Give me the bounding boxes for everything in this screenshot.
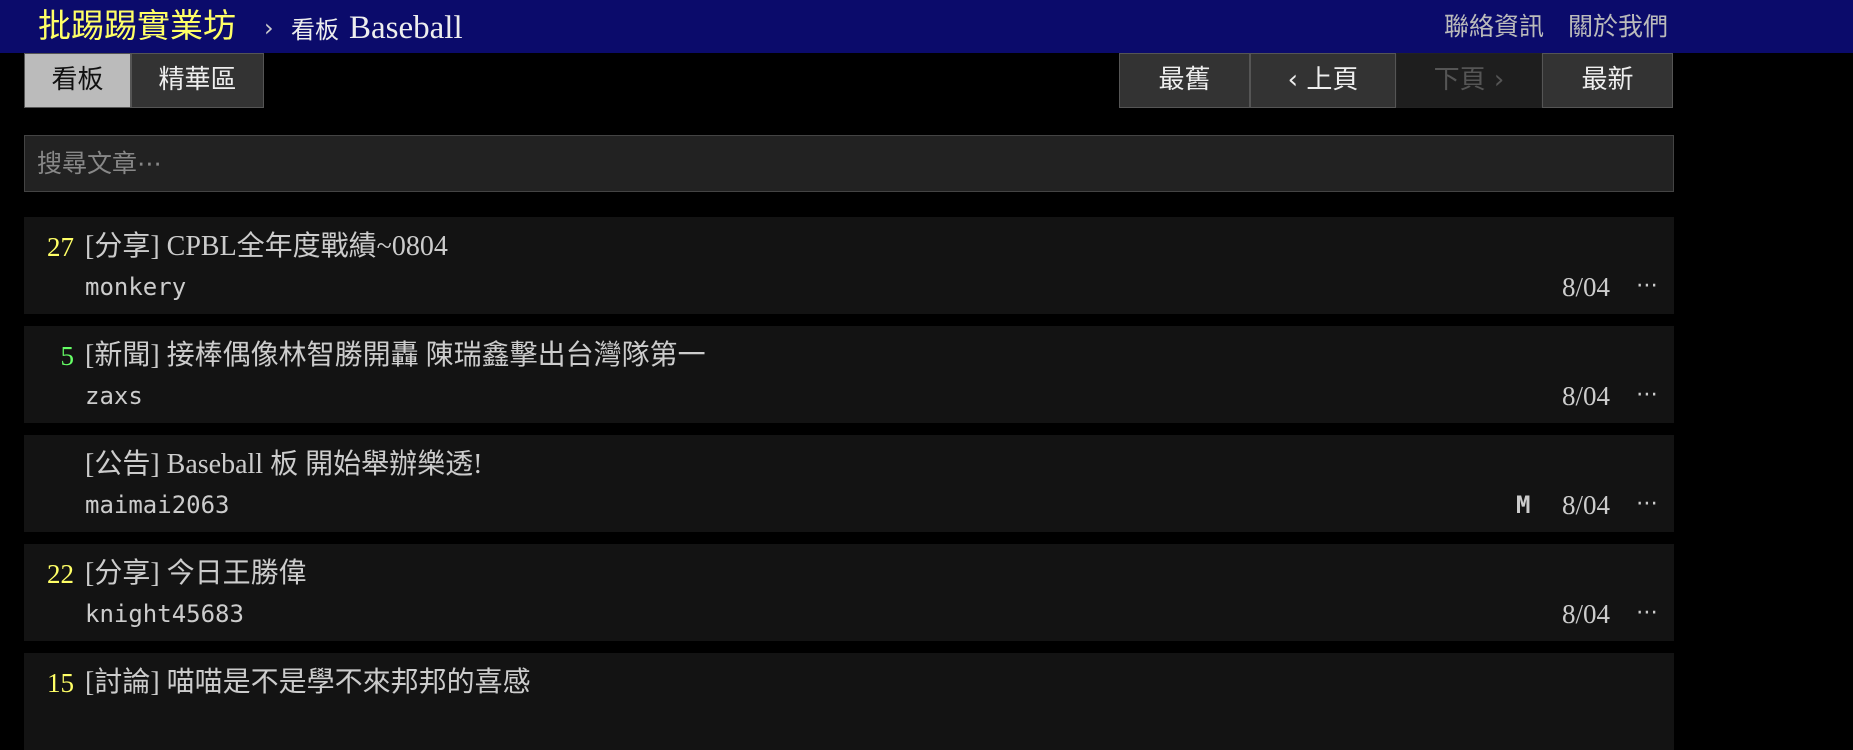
more-menu-icon[interactable]: ⋯ bbox=[1636, 376, 1658, 414]
more-menu-icon[interactable]: ⋯ bbox=[1636, 485, 1658, 523]
post-date: 8/04 bbox=[1562, 381, 1611, 411]
prev-page-button[interactable]: ‹ 上頁 bbox=[1250, 53, 1396, 108]
post-row: 5 [新聞] 接棒偶像林智勝開轟 陳瑞鑫擊出台灣隊第一 zaxs 8/04 ⋯ bbox=[24, 326, 1674, 423]
top-links: 聯絡資訊 關於我們 bbox=[1428, 12, 1668, 42]
post-row: 27 [分享] CPBL全年度戰績~0804 monkery 8/04 ⋯ bbox=[24, 217, 1674, 314]
recommend-count: 5 bbox=[60, 341, 75, 371]
recommend-count: 27 bbox=[47, 232, 74, 262]
post-row: 15 [討論] 喵喵是不是學不來邦邦的喜感 bbox=[24, 653, 1674, 750]
board-name: Baseball bbox=[349, 10, 463, 46]
breadcrumb-separator: › bbox=[264, 14, 274, 42]
about-link[interactable]: 關於我們 bbox=[1568, 12, 1668, 41]
post-title-link[interactable]: [討論] 喵喵是不是學不來邦邦的喜感 bbox=[85, 663, 531, 703]
post-title-link[interactable]: [新聞] 接棒偶像林智勝開轟 陳瑞鑫擊出台灣隊第一 bbox=[85, 336, 706, 376]
board-label: 看板 bbox=[291, 16, 339, 44]
post-row: [公告] Baseball 板 開始舉辦樂透! maimai2063 M 8/04 ⋯ bbox=[24, 435, 1674, 532]
tab-digest[interactable]: 精華區 bbox=[131, 53, 264, 108]
latest-button[interactable]: 最新 bbox=[1542, 53, 1673, 108]
board-tabs: 看板 精華區 bbox=[24, 53, 264, 109]
breadcrumb-board[interactable]: 看板 Baseball bbox=[291, 10, 463, 48]
post-date: 8/04 bbox=[1562, 272, 1611, 302]
tab-board[interactable]: 看板 bbox=[24, 53, 131, 108]
oldest-button[interactable]: 最舊 bbox=[1119, 53, 1250, 108]
search-input[interactable] bbox=[24, 135, 1674, 192]
post-title-link[interactable]: [分享] CPBL全年度戰績~0804 bbox=[85, 227, 448, 267]
recommend-count: 15 bbox=[47, 668, 74, 698]
next-page-button: 下頁 › bbox=[1396, 53, 1542, 108]
post-author: maimai2063 bbox=[85, 491, 230, 519]
recommend-count: 22 bbox=[47, 559, 74, 589]
pager: 最舊 ‹ 上頁 下頁 › 最新 bbox=[1119, 53, 1673, 109]
post-row: 22 [分享] 今日王勝偉 knight45683 8/04 ⋯ bbox=[24, 544, 1674, 641]
post-author: knight45683 bbox=[85, 600, 244, 628]
post-title-link[interactable]: [公告] Baseball 板 開始舉辦樂透! bbox=[85, 445, 482, 485]
site-brand-link[interactable]: 批踢踢實業坊 bbox=[38, 4, 236, 48]
post-title-link[interactable]: [分享] 今日王勝偉 bbox=[85, 554, 307, 594]
more-menu-icon[interactable]: ⋯ bbox=[1636, 267, 1658, 305]
top-bar: 批踢踢實業坊 › 看板 Baseball 聯絡資訊 關於我們 bbox=[0, 0, 1853, 53]
more-menu-icon[interactable]: ⋯ bbox=[1636, 594, 1658, 632]
post-author: monkery bbox=[85, 273, 187, 301]
contact-link[interactable]: 聯絡資訊 bbox=[1444, 12, 1544, 41]
post-mark: M bbox=[1516, 491, 1531, 519]
post-author: zaxs bbox=[85, 382, 143, 410]
post-date: 8/04 bbox=[1562, 490, 1611, 520]
post-date: 8/04 bbox=[1562, 599, 1611, 629]
